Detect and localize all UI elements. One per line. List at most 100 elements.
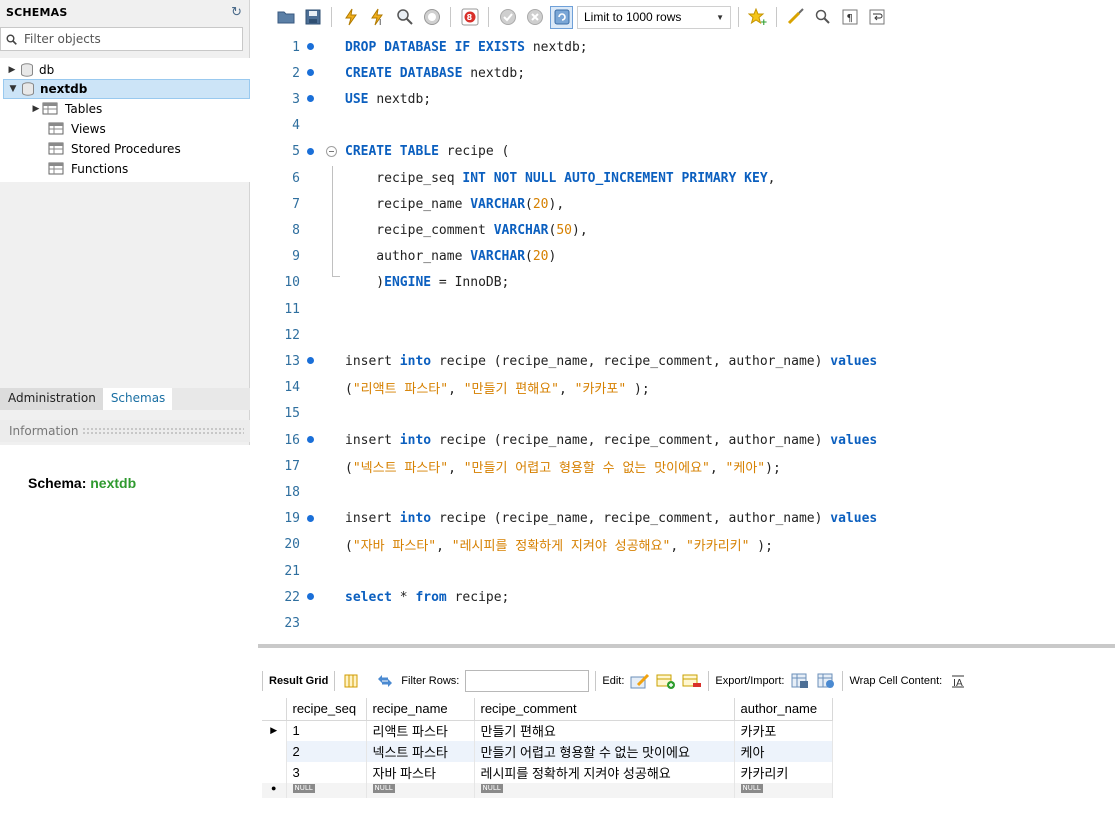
sql-editor[interactable]: 1 DROP DATABASE IF EXISTS nextdb; 2 CREATE … xyxy=(258,34,1115,640)
result-grid-tab[interactable]: Result Grid xyxy=(269,675,328,687)
code-line[interactable]: 12 xyxy=(258,322,1115,348)
stop-icon[interactable] xyxy=(420,6,443,29)
editor-results-splitter[interactable] xyxy=(258,644,1115,648)
fold-toggle-icon[interactable] xyxy=(326,145,337,157)
table-cell[interactable]: 리액트 파스타 xyxy=(366,720,475,741)
column-header[interactable]: recipe_comment xyxy=(474,698,735,721)
tree-item-tables[interactable]: ▶ Tables xyxy=(30,99,103,119)
code-line[interactable]: 14 ("리액트 파스타", "만들기 편해요", "카카포" ); xyxy=(258,375,1115,401)
code-line[interactable]: 20 ("자바 파스타", "레시피를 정확하게 지켜야 성공해요", "카카리키… xyxy=(258,532,1115,558)
expand-arrow-icon[interactable]: ▶ xyxy=(6,65,18,75)
table-row[interactable]: ▶ 1 리액트 파스타 만들기 편해요 카카포 xyxy=(262,720,833,741)
table-cell[interactable]: 1 xyxy=(286,720,367,741)
table-cell[interactable]: 카카리키 xyxy=(734,762,833,783)
explain-icon[interactable] xyxy=(393,6,416,29)
line-number: 22 xyxy=(284,589,300,605)
commit-icon[interactable] xyxy=(496,6,519,29)
code-line[interactable]: 15 xyxy=(258,401,1115,427)
code-line[interactable]: 23 xyxy=(258,610,1115,636)
code-token: 50 xyxy=(556,222,572,238)
filter-objects-field[interactable] xyxy=(0,27,243,51)
column-header[interactable]: author_name xyxy=(734,698,833,721)
code-line[interactable]: 17 ("넥스트 파스타", "만들기 어렵고 형용할 수 없는 맛이에요", "… xyxy=(258,453,1115,479)
code-line[interactable]: 18 xyxy=(258,479,1115,505)
table-cell[interactable]: 카카포 xyxy=(734,720,833,741)
code-line[interactable]: 4 xyxy=(258,113,1115,139)
refresh-icon[interactable]: ↻ xyxy=(231,5,242,20)
code-line[interactable]: 9 author_name VARCHAR(20) xyxy=(258,244,1115,270)
table-cell[interactable]: 만들기 어렵고 형용할 수 없는 맛이에요 xyxy=(474,741,735,762)
tree-item-views[interactable]: Views xyxy=(48,119,106,139)
beautify-icon[interactable] xyxy=(784,6,807,29)
tree-item-nextdb[interactable]: ▼ nextdb xyxy=(3,79,250,99)
tab-administration[interactable]: Administration xyxy=(0,388,103,410)
save-icon[interactable] xyxy=(301,6,324,29)
line-number: 8 xyxy=(292,222,300,238)
information-header[interactable]: Information xyxy=(0,420,250,442)
autocommit-icon[interactable] xyxy=(550,5,573,29)
import-icon[interactable] xyxy=(816,672,836,690)
code-line[interactable]: 7 recipe_name VARCHAR(20), xyxy=(258,191,1115,217)
table-cell[interactable]: NULL xyxy=(366,783,475,798)
new-row[interactable]: ● NULL NULL NULL NULL xyxy=(262,783,833,798)
result-grid[interactable]: recipe_seq recipe_name recipe_comment au… xyxy=(262,698,833,798)
table-cell[interactable]: 넥스트 파스타 xyxy=(366,741,475,762)
tree-item-functions[interactable]: Functions xyxy=(48,159,128,179)
execute-current-icon[interactable]: I xyxy=(366,6,389,29)
table-cell[interactable]: 레시피를 정확하게 지켜야 성공해요 xyxy=(474,762,735,783)
code-line[interactable]: 8 recipe_comment VARCHAR(50), xyxy=(258,217,1115,243)
insert-row-icon[interactable] xyxy=(656,672,676,690)
toggle-error-icon[interactable]: 8 xyxy=(458,6,481,29)
filter-rows-icon[interactable] xyxy=(375,672,395,690)
favorite-icon[interactable]: + xyxy=(746,6,769,29)
code-line[interactable]: 2 CREATE DATABASE nextdb; xyxy=(258,60,1115,86)
collapse-arrow-icon[interactable]: ▼ xyxy=(7,84,19,94)
find-icon[interactable] xyxy=(811,6,834,29)
table-cell[interactable]: 케아 xyxy=(734,741,833,762)
code-line[interactable]: 1 DROP DATABASE IF EXISTS nextdb; xyxy=(258,34,1115,60)
code-token: "리액트 파스타" xyxy=(352,382,449,398)
table-row[interactable]: 2 넥스트 파스타 만들기 어렵고 형용할 수 없는 맛이에요 케아 xyxy=(262,741,833,762)
table-cell[interactable]: 2 xyxy=(286,741,367,762)
limit-rows-select[interactable]: Limit to 1000 rows ▼ xyxy=(577,5,731,29)
column-header[interactable]: recipe_name xyxy=(366,698,475,721)
invisible-chars-icon[interactable]: ¶ xyxy=(838,6,861,29)
folder-open-icon[interactable] xyxy=(274,6,297,29)
tree-item-stored-procedures[interactable]: Stored Procedures xyxy=(48,139,181,159)
wrap-cell-icon[interactable]: IA xyxy=(948,672,968,690)
table-cell[interactable]: 만들기 편해요 xyxy=(474,720,735,741)
expand-arrow-icon[interactable]: ▶ xyxy=(30,104,42,114)
table-cell[interactable]: NULL xyxy=(734,783,833,798)
code-line[interactable]: 3 USE nextdb; xyxy=(258,86,1115,112)
filter-objects-input[interactable] xyxy=(22,31,232,47)
code-line[interactable]: 11 xyxy=(258,296,1115,322)
table-row[interactable]: 3 자바 파스타 레시피를 정확하게 지켜야 성공해요 카카리키 xyxy=(262,762,833,783)
code-token: values xyxy=(830,511,878,527)
edit-row-icon[interactable] xyxy=(630,672,650,690)
code-line[interactable]: 16 insert into recipe (recipe_name, recip… xyxy=(258,427,1115,453)
delete-row-icon[interactable] xyxy=(682,672,702,690)
export-icon[interactable] xyxy=(790,672,810,690)
code-line[interactable]: 6 recipe_seq INT NOT NULL AUTO_INCREMENT… xyxy=(258,165,1115,191)
filter-rows-input[interactable] xyxy=(465,670,590,692)
code-token: , xyxy=(436,539,452,555)
tab-schemas[interactable]: Schemas xyxy=(102,388,173,410)
grid-layout-icon[interactable] xyxy=(341,672,361,690)
column-header[interactable]: recipe_seq xyxy=(286,698,367,721)
code-line[interactable]: 5 CREATE TABLE recipe ( xyxy=(258,139,1115,165)
execute-icon[interactable] xyxy=(339,6,362,29)
table-cell[interactable]: NULL xyxy=(474,783,735,798)
svg-text:I: I xyxy=(379,18,381,26)
drag-handle[interactable] xyxy=(82,427,244,435)
wrap-icon[interactable] xyxy=(865,6,888,29)
table-cell[interactable]: NULL xyxy=(286,783,367,798)
table-cell[interactable]: 3 xyxy=(286,762,367,783)
code-line[interactable]: 19 insert into recipe (recipe_name, recip… xyxy=(258,506,1115,532)
table-cell[interactable]: 자바 파스타 xyxy=(366,762,475,783)
code-line[interactable]: 21 xyxy=(258,558,1115,584)
code-line[interactable]: 13 insert into recipe (recipe_name, recip… xyxy=(258,348,1115,374)
tree-item-db[interactable]: ▶ db xyxy=(6,60,246,80)
rollback-icon[interactable] xyxy=(523,6,546,29)
code-line[interactable]: 10 )ENGINE = InnoDB; xyxy=(258,270,1115,296)
code-line[interactable]: 22 select * from recipe; xyxy=(258,584,1115,610)
